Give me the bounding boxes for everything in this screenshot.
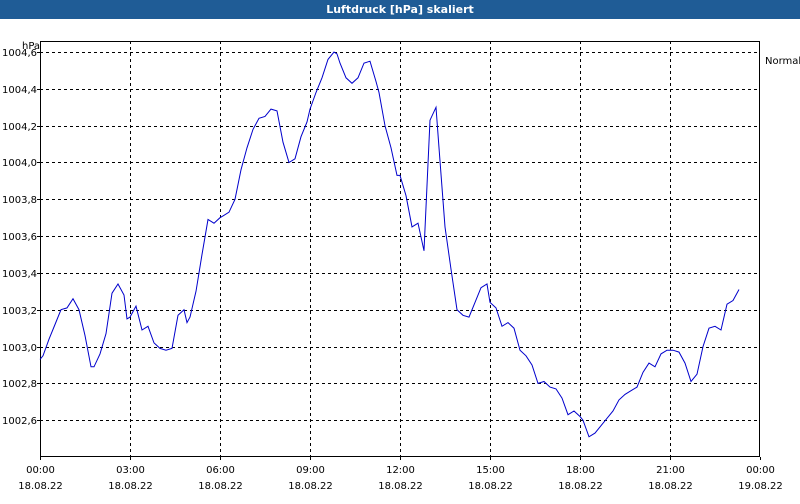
y-tick-label: 1004,0	[2, 158, 37, 169]
x-tick-date-label: 19.08.22	[738, 481, 783, 492]
x-tick-time-label: 06:00	[206, 465, 235, 476]
x-tick-date-label: 18.08.22	[468, 481, 513, 492]
x-tick-date-label: 18.08.22	[288, 481, 333, 492]
y-axis: 1002,6 1002,8 1003,0 1003,2 1003,4 1003,6 1003…	[2, 48, 40, 427]
x-tick-date-label: 18.08.22	[108, 481, 153, 492]
x-tick-time-label: 18:00	[566, 465, 595, 476]
x-tick-time-label: 15:00	[476, 465, 505, 476]
x-tick-date-label: 18.08.22	[198, 481, 243, 492]
chart-title: Luftdruck [hPa] skaliert	[0, 0, 800, 19]
line-chart: 1002,6 1002,8 1003,0 1003,2 1003,4 1003,6 1003…	[2, 41, 800, 492]
y-tick-label: 1002,6	[2, 416, 37, 427]
series-line-normal	[39, 51, 740, 438]
y-tick-label: 1004,4	[2, 85, 37, 96]
x-tick-time-label: 12:00	[386, 465, 415, 476]
y-tick-label: 1003,4	[2, 269, 37, 280]
x-axis: 00:00 18.08.22 03:00 18.08.22 06:00 18.08.22 0…	[18, 457, 783, 492]
y-axis-label: hPa	[22, 41, 40, 52]
y-tick-label: 1003,8	[2, 195, 37, 206]
y-tick-label: 1003,0	[2, 343, 37, 354]
legend-label: Normal	[765, 56, 800, 67]
x-tick-date-label: 18.08.22	[18, 481, 63, 492]
x-tick-time-label: 21:00	[656, 465, 685, 476]
x-tick-time-label: 00:00	[26, 465, 55, 476]
x-tick-time-label: 03:00	[116, 465, 145, 476]
y-tick-label: 1003,6	[2, 232, 37, 243]
x-tick-date-label: 18.08.22	[558, 481, 603, 492]
chart-area: 1002,6 1002,8 1003,0 1003,2 1003,4 1003,6 1003…	[0, 19, 800, 500]
x-tick-time-label: 00:00	[746, 465, 775, 476]
x-tick-time-label: 09:00	[296, 465, 325, 476]
y-tick-label: 1004,2	[2, 122, 37, 133]
y-tick-label: 1003,2	[2, 306, 37, 317]
y-tick-label: 1002,8	[2, 379, 37, 390]
x-tick-date-label: 18.08.22	[378, 481, 423, 492]
grid	[40, 41, 760, 457]
x-tick-date-label: 18.08.22	[648, 481, 693, 492]
